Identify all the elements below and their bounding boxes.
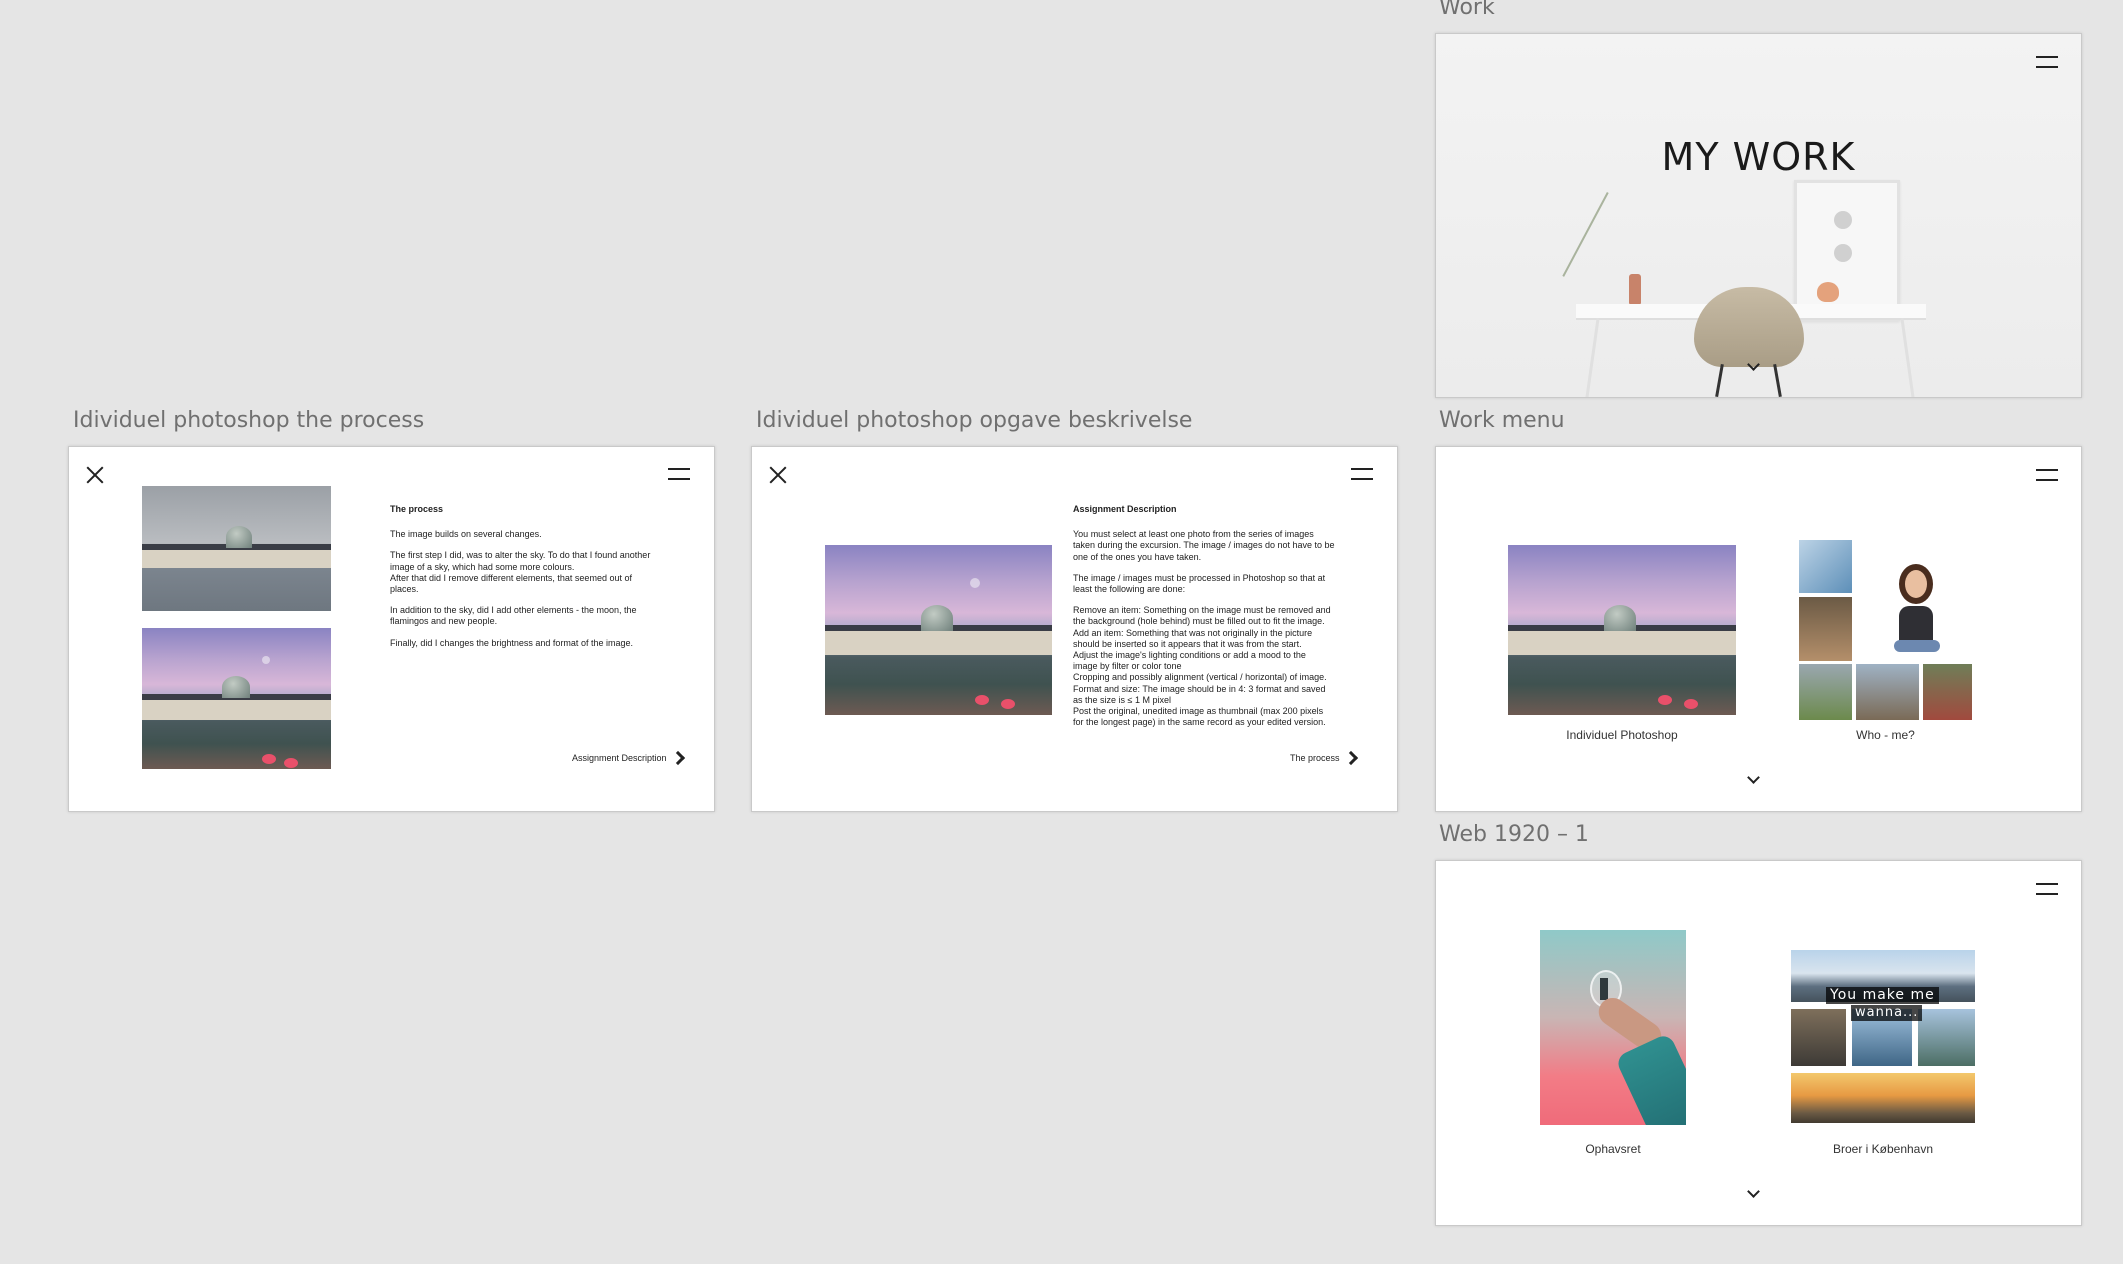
close-icon[interactable] (86, 466, 104, 484)
who-me-caption[interactable]: Who - me? (1799, 728, 1972, 742)
individuel-photoshop-caption[interactable]: Individuel Photoshop (1508, 728, 1736, 742)
ophavsret-caption[interactable]: Ophavsret (1540, 1142, 1686, 1156)
assignment-description-link[interactable]: Assignment Description (572, 750, 685, 766)
the-process-link[interactable]: The process (1290, 750, 1358, 766)
assignment-paragraph: Remove an item: Something on the image m… (1073, 605, 1331, 728)
original-photo (142, 486, 331, 611)
artboard-work-menu[interactable]: Individuel Photoshop Who - me? (1435, 446, 2082, 812)
process-paragraph: Finally, did I changes the brightness an… (390, 637, 633, 648)
collage-caption-line-1: You make me (1826, 987, 1939, 1004)
artboard-assignment[interactable]: Assignment Description You must select a… (751, 446, 1398, 812)
assignment-paragraph: You must select at least one photo from … (1073, 529, 1335, 562)
artboard-web-1920-1[interactable]: Ophavsret You make me wanna... Broer i K… (1435, 860, 2082, 1226)
the-process-link-label: The process (1290, 753, 1340, 763)
chevron-right-icon (1343, 750, 1358, 766)
assignment-description-link-label: Assignment Description (572, 753, 667, 763)
process-paragraph: The first step I did, was to alter the s… (390, 550, 651, 595)
collage-caption-line-2: wanna... (1851, 1005, 1923, 1021)
broer-collage[interactable]: You make me wanna... (1791, 950, 1975, 1123)
menu-icon[interactable] (2036, 469, 2058, 481)
artboard-label-process[interactable]: Idividuel photoshop the process (73, 410, 424, 432)
artboard-work[interactable]: MY WORK (1435, 33, 2082, 398)
assignment-paragraph: The image / images must be processed in … (1073, 572, 1326, 595)
ophavsret-thumbnail[interactable] (1540, 930, 1686, 1125)
close-icon[interactable] (769, 466, 787, 484)
chevron-down-icon[interactable] (1747, 1185, 1760, 1198)
edited-photo (825, 545, 1052, 715)
menu-icon[interactable] (1351, 468, 1373, 480)
broer-caption[interactable]: Broer i København (1791, 1142, 1975, 1156)
artboard-label-web-1920-1[interactable]: Web 1920 – 1 (1439, 824, 1589, 846)
artboard-label-work[interactable]: Work (1439, 0, 1495, 19)
artboard-process[interactable]: The process The image builds on several … (68, 446, 715, 812)
artboard-label-assignment[interactable]: Idividuel photoshop opgave beskrivelse (756, 410, 1192, 432)
menu-icon[interactable] (668, 468, 690, 480)
process-paragraph: The image builds on several changes. (390, 529, 542, 540)
artboard-label-work-menu[interactable]: Work menu (1439, 410, 1565, 432)
assignment-heading: Assignment Description (1073, 504, 1177, 514)
individuel-photoshop-thumbnail[interactable] (1508, 545, 1736, 715)
who-me-collage[interactable] (1799, 540, 1972, 721)
menu-icon[interactable] (2036, 883, 2058, 895)
edited-photo (142, 628, 331, 769)
chevron-right-icon (670, 750, 685, 766)
assignment-text: Assignment Description You must select a… (1073, 504, 1363, 738)
process-paragraph: In addition to the sky, did I add other … (390, 605, 637, 627)
process-text: The process The image builds on several … (390, 504, 680, 659)
hero-image (1436, 34, 2081, 397)
chevron-down-icon[interactable] (1747, 771, 1760, 784)
process-heading: The process (390, 504, 444, 514)
